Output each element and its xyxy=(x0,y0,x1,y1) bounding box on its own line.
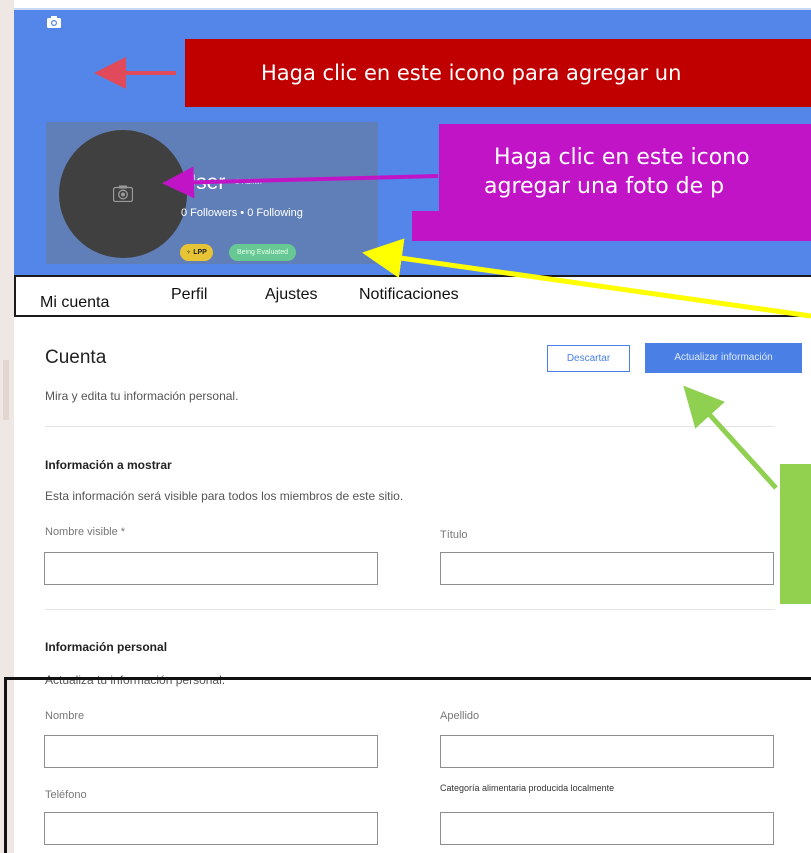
display-name-label: Nombre visible * xyxy=(45,526,126,538)
account-description: Mira y edita tu información personal. xyxy=(45,389,239,403)
highlight-frame xyxy=(4,677,811,853)
avatar-callout-line1: Haga clic en este icono xyxy=(494,145,750,170)
cover-camera-icon[interactable] xyxy=(47,16,61,28)
role-badge: ♛ Admin xyxy=(234,178,262,186)
divider xyxy=(45,426,775,427)
avatar-callout-extension xyxy=(412,211,811,241)
margin-ribbon xyxy=(3,360,9,420)
title-input[interactable] xyxy=(440,552,774,585)
lpp-badge: ♆ LPP xyxy=(180,244,213,261)
display-info-title: Información a mostrar xyxy=(45,458,172,472)
avatar-callout-box xyxy=(439,124,811,217)
status-badge: Being Evaluated xyxy=(229,244,296,261)
personal-info-title: Información personal xyxy=(45,640,168,654)
crown-icon: ♛ xyxy=(234,179,242,186)
display-name-input[interactable] xyxy=(44,552,378,585)
role-label: Admin xyxy=(241,179,262,186)
tab-ajustes[interactable]: Ajustes xyxy=(265,286,317,304)
cover-top-border xyxy=(14,8,811,10)
discard-button[interactable]: Descartar xyxy=(547,345,630,372)
avatar[interactable] xyxy=(59,130,187,258)
tab-notificaciones[interactable]: Notificaciones xyxy=(359,286,459,304)
profile-username: User xyxy=(181,171,226,194)
title-label: Título xyxy=(440,529,468,541)
display-info-description: Esta información será visible para todos… xyxy=(45,489,404,503)
avatar-camera-icon[interactable] xyxy=(113,185,133,202)
update-callout-box xyxy=(780,464,811,604)
update-info-button[interactable]: Actualizar información xyxy=(645,343,802,373)
update-callout-arrow xyxy=(683,385,778,490)
followers-count[interactable]: 0 Followers • 0 Following xyxy=(181,207,303,219)
tab-mi-cuenta[interactable]: Mi cuenta xyxy=(40,294,109,312)
tab-perfil[interactable]: Perfil xyxy=(171,286,207,304)
lpp-badge-label: LPP xyxy=(193,249,207,256)
cover-callout: Haga clic en este icono para agregar un xyxy=(185,39,811,107)
avatar-callout-line2: agregar una foto de p xyxy=(484,174,725,199)
divider xyxy=(45,609,775,610)
page-title: Cuenta xyxy=(45,347,107,368)
